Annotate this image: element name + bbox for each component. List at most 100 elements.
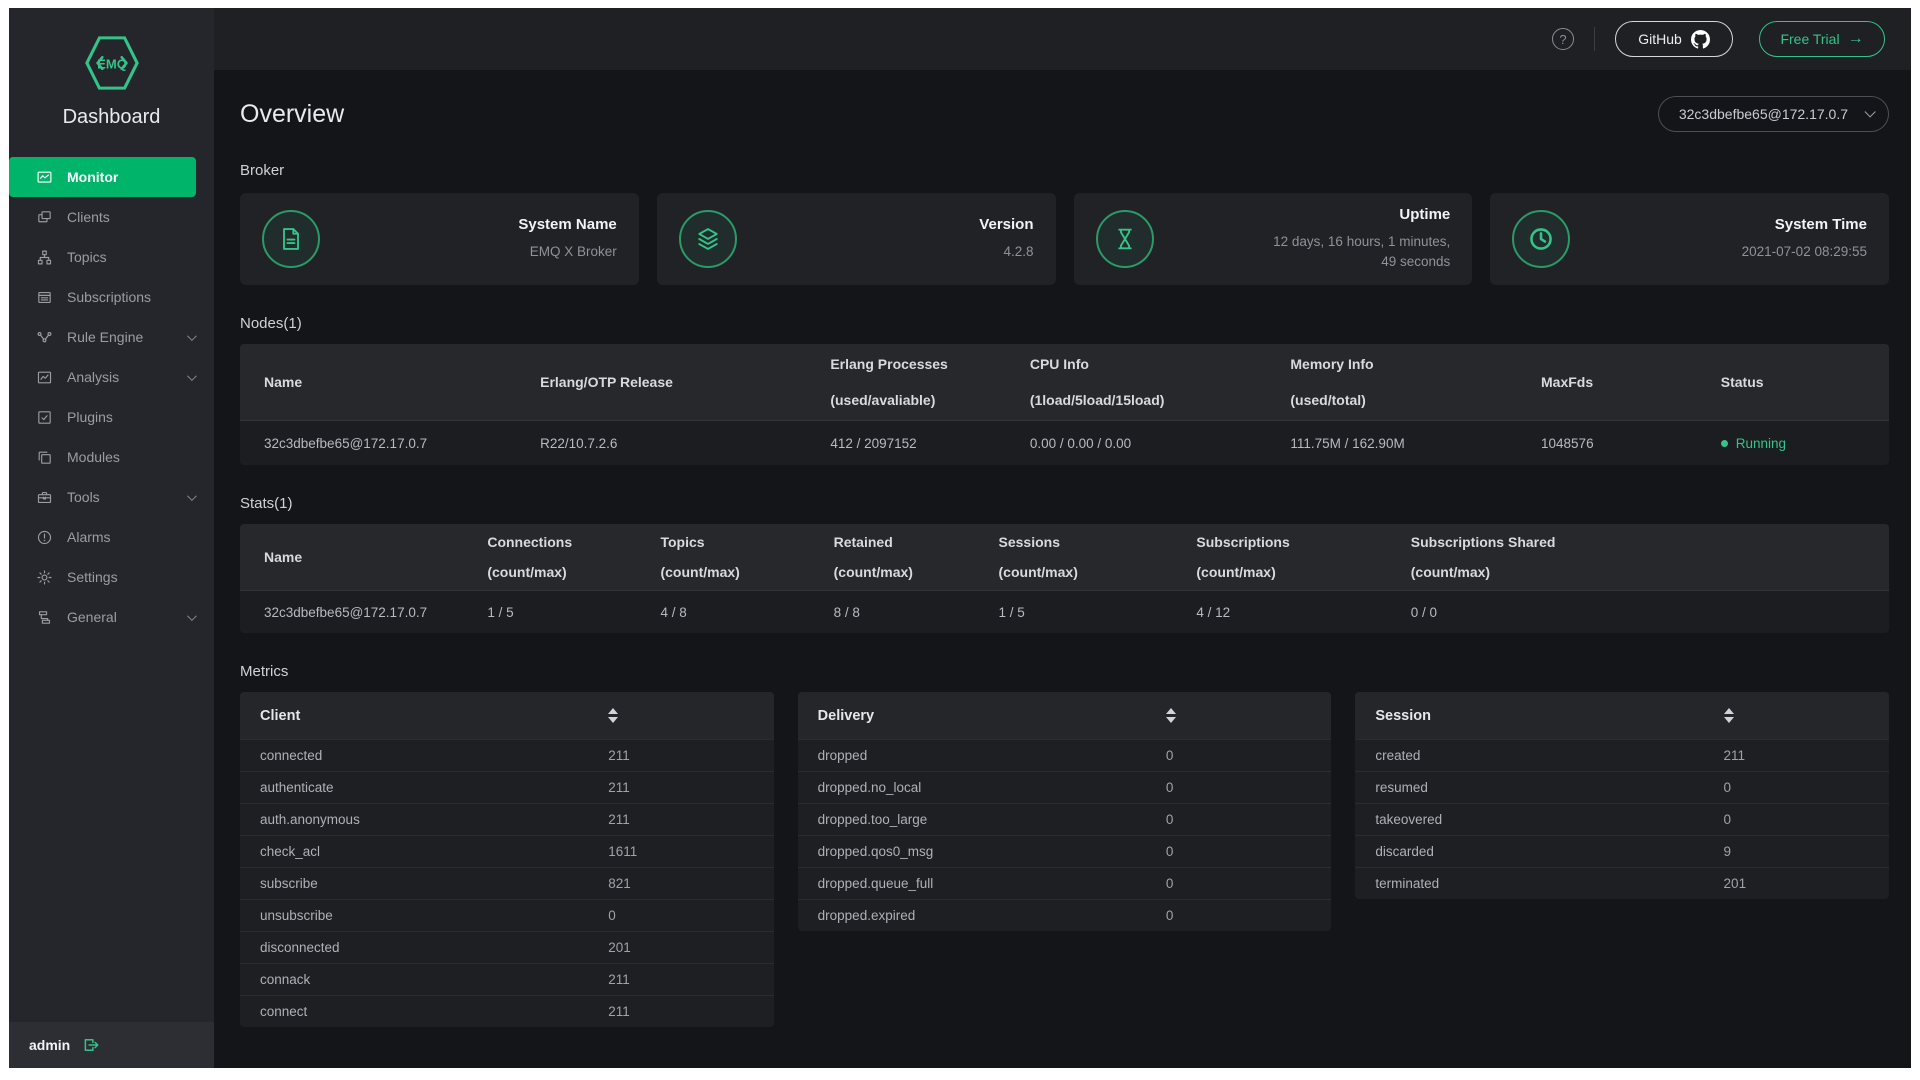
cell: 8 / 8 bbox=[834, 591, 999, 633]
metric-value: 0 bbox=[1166, 812, 1331, 827]
column-subheader: (count/max) bbox=[999, 564, 1187, 580]
nodes-table-header: Name Erlang/OTP Release Erlang Processes… bbox=[240, 344, 1889, 420]
layers-icon bbox=[679, 210, 737, 268]
chevron-down-icon bbox=[187, 491, 197, 501]
column-header: Status bbox=[1721, 374, 1879, 390]
column-subheader: (used/avaliable) bbox=[830, 392, 1020, 408]
metric-value: 211 bbox=[608, 1004, 773, 1019]
chevron-down-icon bbox=[187, 371, 197, 381]
settings-gear-icon bbox=[35, 568, 53, 586]
sidebar-item-clients[interactable]: Clients bbox=[9, 197, 214, 237]
metric-value: 0 bbox=[608, 908, 773, 923]
sidebar-item-subscriptions[interactable]: Subscriptions bbox=[9, 277, 214, 317]
sidebar-item-general[interactable]: General bbox=[9, 597, 214, 637]
metrics-table-title: Delivery bbox=[798, 708, 1166, 724]
metrics-table-session: Session created211 resumed0 takeovered0 … bbox=[1355, 692, 1889, 899]
sidebar-item-label: General bbox=[67, 609, 117, 625]
emqx-logo-icon: EMQ bbox=[80, 34, 144, 92]
github-button[interactable]: GitHub bbox=[1615, 21, 1733, 57]
metric-row: auth.anonymous211 bbox=[240, 803, 774, 835]
column-header: Sessions bbox=[999, 534, 1187, 550]
sidebar-item-alarms[interactable]: Alarms bbox=[9, 517, 214, 557]
sort-icon[interactable] bbox=[1166, 708, 1176, 723]
column-header: CPU Info bbox=[1030, 356, 1281, 372]
free-trial-button[interactable]: Free Trial → bbox=[1759, 21, 1885, 57]
github-octocat-icon bbox=[1691, 30, 1710, 49]
tools-icon bbox=[35, 488, 53, 506]
metrics-table-header: Delivery bbox=[798, 692, 1332, 739]
document-icon bbox=[262, 210, 320, 268]
sidebar-item-tools[interactable]: Tools bbox=[9, 477, 214, 517]
metric-name: resumed bbox=[1355, 780, 1723, 795]
sidebar-item-rule-engine[interactable]: Rule Engine bbox=[9, 317, 214, 357]
sidebar-item-label: Topics bbox=[67, 249, 107, 265]
metric-row: terminated201 bbox=[1355, 867, 1889, 899]
metric-value: 211 bbox=[608, 812, 773, 827]
metric-row: dropped.queue_full0 bbox=[798, 867, 1332, 899]
metric-row: discarded9 bbox=[1355, 835, 1889, 867]
nodes-table: Name Erlang/OTP Release Erlang Processes… bbox=[240, 344, 1889, 465]
sidebar-item-topics[interactable]: Topics bbox=[9, 237, 214, 277]
stats-section-title: Stats(1) bbox=[240, 495, 1889, 512]
card-title: Version bbox=[979, 216, 1033, 233]
metric-row: subscribe821 bbox=[240, 867, 774, 899]
analysis-icon bbox=[35, 368, 53, 386]
column-header: Connections bbox=[487, 534, 650, 550]
stats-table-row: 32c3dbefbe65@172.17.0.7 1 / 5 4 / 8 8 / … bbox=[240, 590, 1889, 633]
metric-row: resumed0 bbox=[1355, 771, 1889, 803]
metric-name: takeovered bbox=[1355, 812, 1723, 827]
topics-icon bbox=[35, 248, 53, 266]
metric-row: dropped.expired0 bbox=[798, 899, 1332, 931]
cell: 412 / 2097152 bbox=[830, 421, 1030, 465]
sort-icon[interactable] bbox=[608, 708, 618, 723]
cell: 1 / 5 bbox=[487, 591, 660, 633]
logout-icon[interactable] bbox=[82, 1036, 100, 1054]
metric-row: created211 bbox=[1355, 739, 1889, 771]
sidebar-item-label: Clients bbox=[67, 209, 110, 225]
card-value: 4.2.8 bbox=[979, 242, 1033, 262]
metric-value: 0 bbox=[1166, 876, 1331, 891]
sidebar-item-settings[interactable]: Settings bbox=[9, 557, 214, 597]
metric-row: dropped.no_local0 bbox=[798, 771, 1332, 803]
sort-icon[interactable] bbox=[1724, 708, 1734, 723]
sidebar-item-analysis[interactable]: Analysis bbox=[9, 357, 214, 397]
metric-row: dropped.too_large0 bbox=[798, 803, 1332, 835]
card-title: Uptime bbox=[1260, 206, 1450, 223]
metric-name: subscribe bbox=[240, 876, 608, 891]
node-selector[interactable]: 32c3dbefbe65@172.17.0.7 bbox=[1658, 96, 1889, 132]
metric-value: 0 bbox=[1166, 780, 1331, 795]
metric-value: 211 bbox=[608, 780, 773, 795]
card-title: System Name bbox=[518, 216, 616, 233]
modules-icon bbox=[35, 448, 53, 466]
sidebar-item-label: Plugins bbox=[67, 409, 113, 425]
column-subheader: (count/max) bbox=[487, 564, 650, 580]
column-subheader: (count/max) bbox=[1196, 564, 1400, 580]
sidebar-item-plugins[interactable]: Plugins bbox=[9, 397, 214, 437]
column-header: Subscriptions Shared bbox=[1411, 534, 1879, 550]
card-value: 12 days, 16 hours, 1 minutes, 49 seconds bbox=[1260, 232, 1450, 271]
plugins-icon bbox=[35, 408, 53, 426]
metric-value: 0 bbox=[1166, 844, 1331, 859]
sidebar-item-monitor[interactable]: Monitor bbox=[9, 157, 196, 197]
chevron-down-icon bbox=[187, 611, 197, 621]
sidebar-item-label: Settings bbox=[67, 569, 118, 585]
metrics-table-title: Client bbox=[240, 708, 608, 724]
stats-table: Name Connections(count/max) Topics(count… bbox=[240, 524, 1889, 633]
chevron-down-icon bbox=[187, 331, 197, 341]
metric-value: 0 bbox=[1166, 908, 1331, 923]
column-header: Erlang Processes bbox=[830, 356, 1020, 372]
column-header: Name bbox=[264, 549, 477, 565]
status-cell: Running bbox=[1721, 421, 1889, 465]
sidebar-item-modules[interactable]: Modules bbox=[9, 437, 214, 477]
metric-name: authenticate bbox=[240, 780, 608, 795]
help-icon[interactable]: ? bbox=[1552, 28, 1574, 50]
metric-row: dropped.qos0_msg0 bbox=[798, 835, 1332, 867]
sidebar-menu: Monitor Clients Topics Subscriptions Rul… bbox=[9, 157, 214, 1022]
node-name-cell: 32c3dbefbe65@172.17.0.7 bbox=[240, 591, 487, 633]
metric-row: connected211 bbox=[240, 739, 774, 771]
column-subheader: (count/max) bbox=[1411, 564, 1879, 580]
column-subheader: (1load/5load/15load) bbox=[1030, 392, 1281, 408]
column-subheader: (count/max) bbox=[834, 564, 989, 580]
sidebar-item-label: Tools bbox=[67, 489, 100, 505]
status-badge: Running bbox=[1736, 436, 1786, 451]
